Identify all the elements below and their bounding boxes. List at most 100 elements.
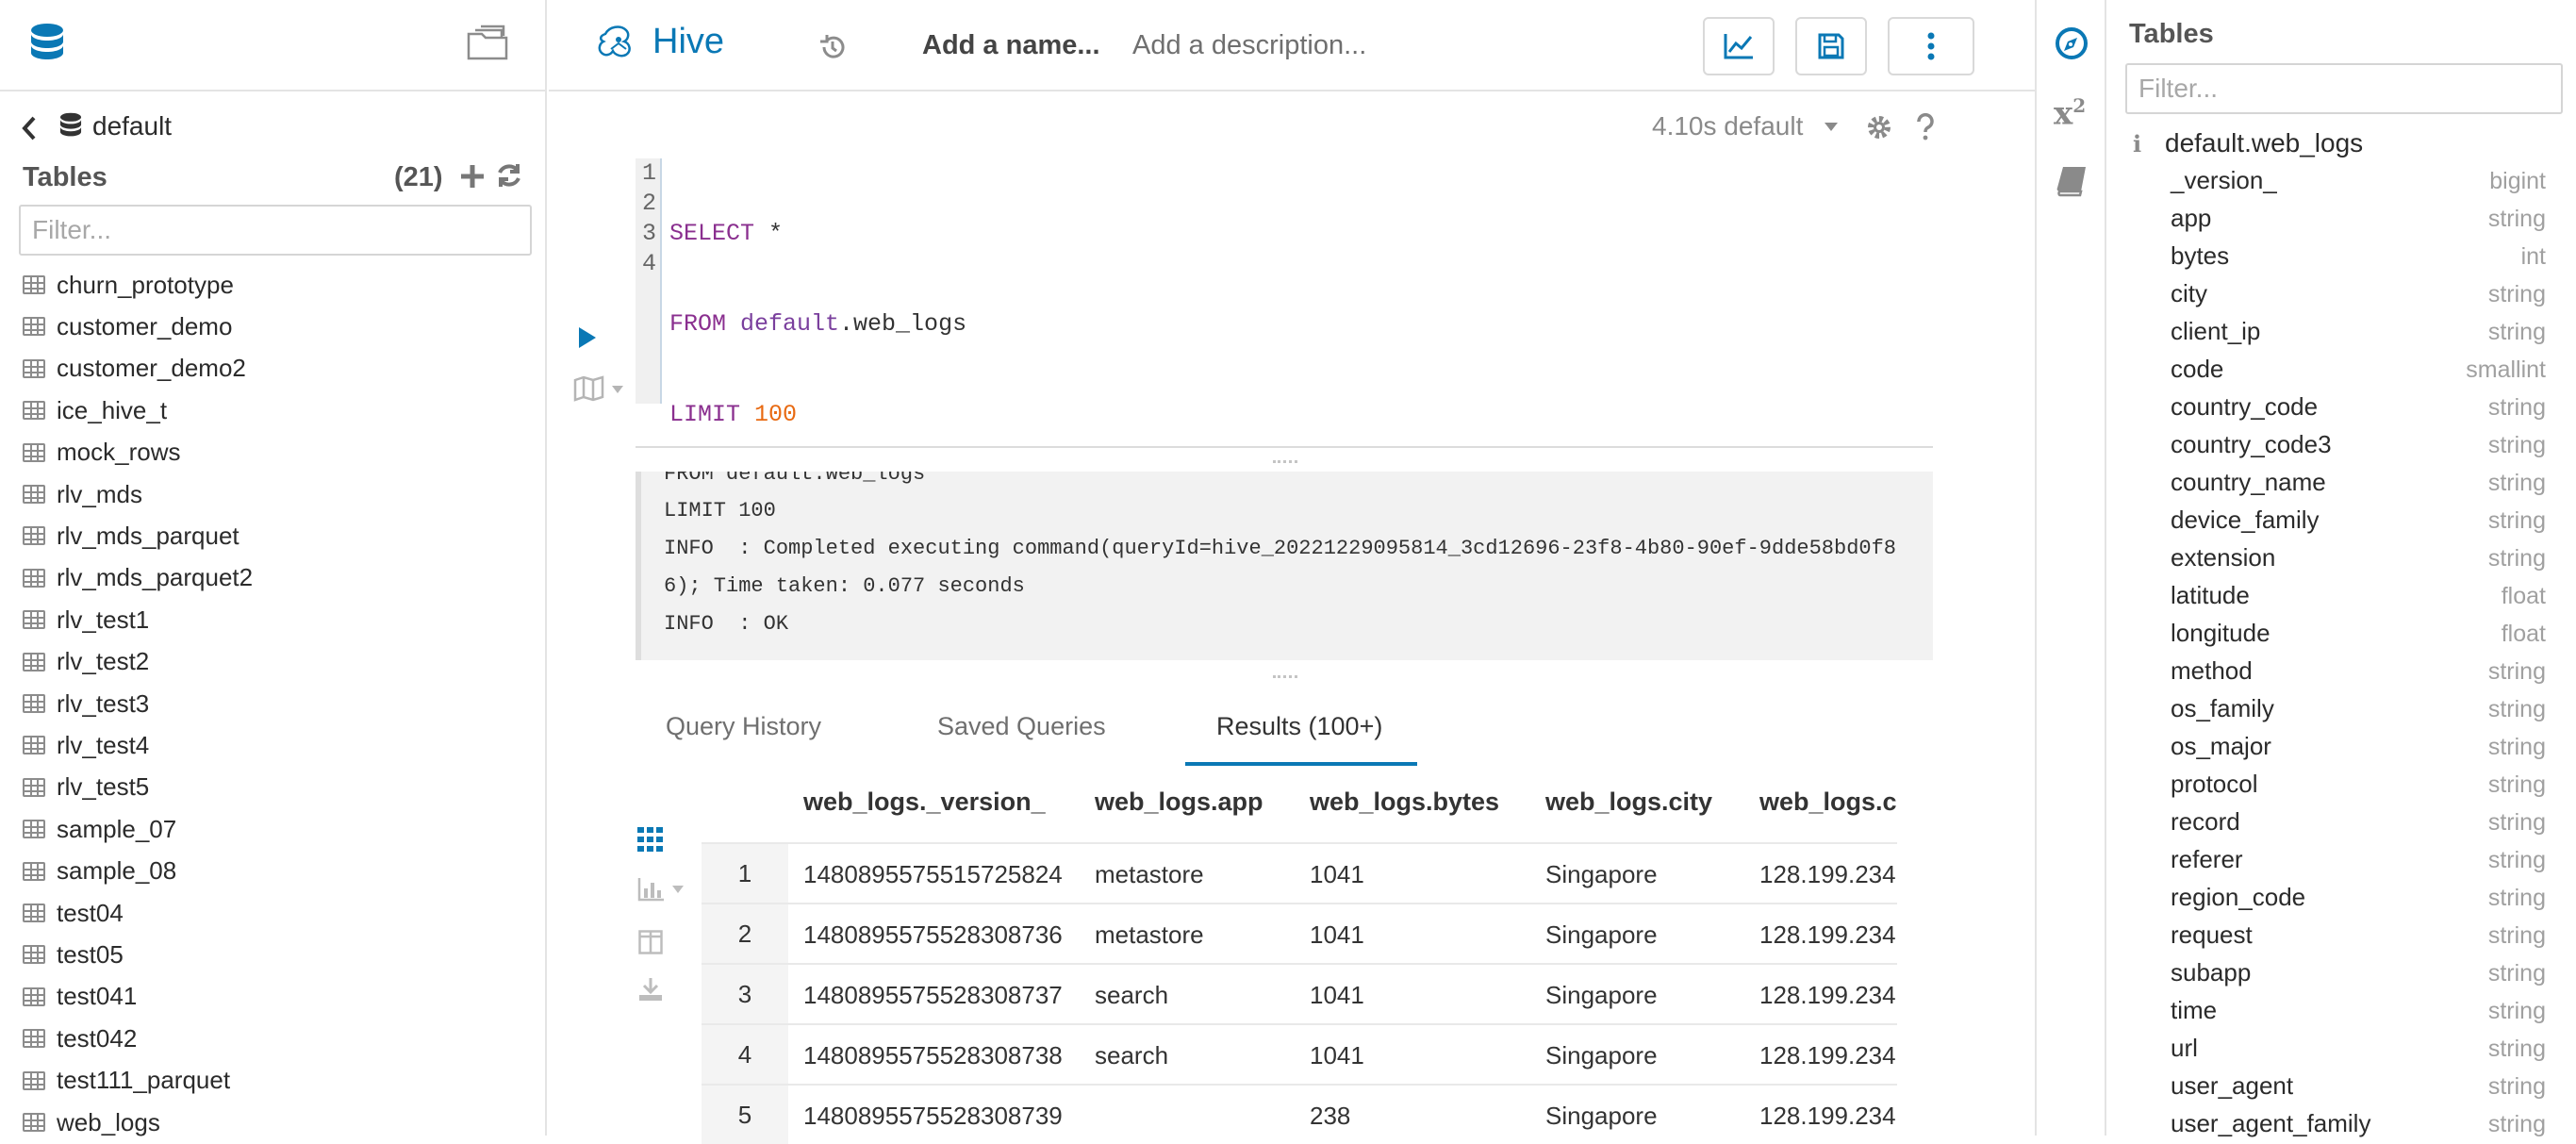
column-name[interactable]: user_agent	[2171, 1071, 2293, 1101]
table-list-item[interactable]: customer_demo	[23, 306, 232, 347]
table-list-item[interactable]: sample_07	[23, 808, 176, 850]
history-icon[interactable]	[818, 33, 847, 61]
column-header[interactable]: web_logs.city	[1545, 788, 1712, 817]
column-header[interactable]: web_logs.cl	[1759, 788, 1897, 817]
column-name[interactable]: code	[2171, 355, 2223, 384]
column-name[interactable]: user_agent_family	[2171, 1109, 2370, 1138]
grid-view-icon[interactable]	[637, 827, 664, 852]
query-description-field[interactable]: Add a description...	[1132, 30, 1366, 61]
column-name[interactable]: longitude	[2171, 619, 2271, 648]
info-icon[interactable]: i	[2133, 130, 2141, 158]
compass-icon[interactable]	[2055, 26, 2089, 60]
column-name[interactable]: url	[2171, 1034, 2198, 1063]
resize-handle[interactable]	[1273, 675, 1297, 681]
table-list-item[interactable]: rlv_mds_parquet2	[23, 557, 253, 599]
table-list-item[interactable]: rlv_test2	[23, 641, 149, 683]
save-button[interactable]	[1795, 17, 1867, 75]
column-header[interactable]: web_logs.app	[1095, 788, 1263, 817]
table-cell: 238	[1310, 1102, 1351, 1130]
table-list-item[interactable]: rlv_test1	[23, 599, 149, 640]
tab-saved-queries[interactable]: Saved Queries	[937, 712, 1106, 741]
table-icon	[23, 777, 45, 797]
column-name[interactable]: latitude	[2171, 581, 2250, 610]
tab-results[interactable]: Results (100+)	[1216, 712, 1382, 741]
column-name[interactable]: os_major	[2171, 732, 2271, 761]
column-name[interactable]: country_code3	[2171, 430, 2332, 459]
back-chevron-icon[interactable]	[21, 115, 38, 141]
table-cell: 1480895575515725824	[803, 860, 1063, 888]
table-list-item[interactable]: churn_prototype	[23, 264, 234, 306]
table-name: customer_demo	[57, 311, 233, 340]
column-name[interactable]: app	[2171, 204, 2211, 233]
column-name[interactable]: city	[2171, 279, 2207, 308]
tab-query-history[interactable]: Query History	[666, 712, 821, 741]
column-name[interactable]: referer	[2171, 845, 2243, 874]
refresh-icon[interactable]	[495, 161, 523, 190]
column-name[interactable]: subapp	[2171, 958, 2251, 987]
table-icon	[23, 861, 45, 881]
table-icon	[23, 1113, 45, 1132]
table-list-item[interactable]: rlv_test5	[23, 767, 149, 808]
column-name[interactable]: region_code	[2171, 883, 2305, 912]
column-name[interactable]: os_family	[2171, 694, 2274, 723]
table-list-item[interactable]: mock_rows	[23, 432, 180, 473]
resize-handle[interactable]	[1273, 460, 1297, 466]
column-name[interactable]: client_ip	[2171, 317, 2260, 346]
add-table-icon[interactable]	[459, 163, 486, 190]
table-list-item[interactable]: test05	[23, 934, 124, 975]
functions-icon[interactable]: x2	[2054, 94, 2086, 132]
bar-chart-icon[interactable]	[637, 877, 666, 902]
table-list-item[interactable]: rlv_mds_parquet	[23, 515, 239, 556]
table-list-item[interactable]: test041	[23, 976, 137, 1018]
table-list-item[interactable]: sample_08	[23, 851, 176, 892]
table-list-item[interactable]: rlv_mds	[23, 473, 142, 515]
column-name[interactable]: _version_	[2171, 166, 2277, 195]
column-name[interactable]: country_name	[2171, 468, 2326, 497]
column-name[interactable]: extension	[2171, 543, 2275, 572]
table-list-item[interactable]: customer_demo2	[23, 348, 246, 390]
column-name[interactable]: record	[2171, 807, 2240, 837]
caret-down-icon[interactable]	[611, 385, 624, 394]
table-icon	[23, 610, 45, 630]
sql-editor[interactable]: SELECT * FROM default.web_logs LIMIT 100…	[669, 158, 1933, 519]
column-name[interactable]: country_code	[2171, 392, 2318, 422]
column-name[interactable]: request	[2171, 920, 2253, 950]
columns-icon[interactable]	[638, 930, 663, 954]
column-header[interactable]: web_logs.bytes	[1310, 788, 1499, 817]
column-name[interactable]: bytes	[2171, 241, 2229, 271]
download-icon[interactable]	[638, 977, 663, 1002]
table-icon	[23, 317, 45, 337]
help-icon[interactable]	[1916, 113, 1935, 141]
selected-table-name[interactable]: default.web_logs	[2165, 128, 2363, 158]
table-list-item[interactable]: web_logs	[23, 1102, 160, 1143]
table-list-item[interactable]: rlv_test4	[23, 724, 149, 766]
chart-button[interactable]	[1703, 17, 1775, 75]
column-name[interactable]: method	[2171, 656, 2253, 686]
table-list-item[interactable]: test04	[23, 892, 124, 934]
database-icon[interactable]	[28, 23, 66, 66]
column-name[interactable]: protocol	[2171, 770, 2258, 799]
column-name[interactable]: device_family	[2171, 506, 2320, 535]
caret-down-icon[interactable]	[1824, 121, 1839, 132]
query-name-field[interactable]: Add a name...	[922, 30, 1100, 61]
table-list-item[interactable]: test042	[23, 1018, 137, 1059]
map-icon[interactable]	[573, 375, 605, 402]
left-table-filter-input[interactable]	[19, 205, 532, 256]
column-name[interactable]: time	[2171, 996, 2217, 1025]
settings-gear-icon[interactable]	[1865, 113, 1893, 141]
table-icon	[23, 652, 45, 671]
documents-folder-icon[interactable]	[466, 25, 509, 62]
caret-down-icon[interactable]	[671, 885, 685, 894]
table-name: churn_prototype	[57, 270, 234, 299]
table-list-item[interactable]: rlv_test3	[23, 683, 149, 724]
book-icon[interactable]	[2056, 164, 2089, 198]
more-options-button[interactable]	[1888, 17, 1974, 75]
table-list-item[interactable]: test111_parquet	[23, 1060, 230, 1102]
execute-play-icon[interactable]	[577, 325, 598, 350]
database-name[interactable]: default	[92, 111, 172, 141]
right-table-filter-input[interactable]	[2125, 63, 2563, 114]
table-list-item[interactable]: ice_hive_t	[23, 390, 167, 431]
execution-status[interactable]: 4.10s default	[1652, 111, 1803, 141]
column-header[interactable]: web_logs._version_	[803, 788, 1046, 817]
editor-divider[interactable]	[636, 446, 1933, 448]
